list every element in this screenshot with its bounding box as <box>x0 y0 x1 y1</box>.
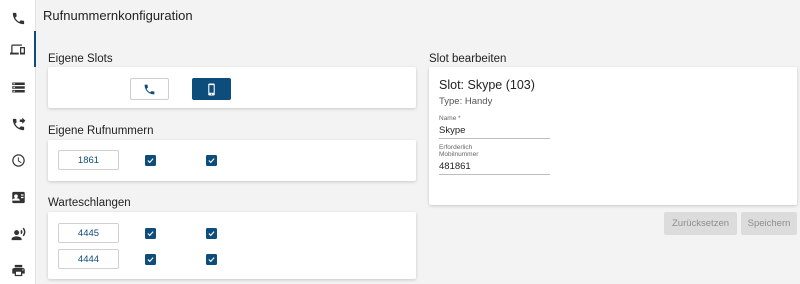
storage-icon <box>11 82 25 92</box>
reset-button[interactable]: Zurücksetzen <box>664 212 737 235</box>
queues-label: Warteschlangen <box>48 197 131 209</box>
sidebar <box>0 0 36 284</box>
checkmark-icon <box>208 257 215 263</box>
call-forward-icon <box>12 117 25 130</box>
printer-icon <box>11 264 25 276</box>
devices-icon <box>9 44 25 54</box>
checkmark-icon <box>208 231 215 237</box>
queue-4444-checkbox-1[interactable] <box>145 254 156 265</box>
mobile-phone-icon <box>208 83 215 95</box>
mobile-field-label: Mobilnummer <box>439 151 479 158</box>
clock-icon <box>11 153 25 167</box>
edit-slot-card: Slot: Skype (103) Type: Handy Name * Sky… <box>429 67 797 205</box>
slot-type: Type: Handy <box>439 96 493 107</box>
own-number-1861-checkbox-2[interactable] <box>206 155 217 166</box>
sidebar-item-printer[interactable] <box>0 252 36 284</box>
record-voice-icon <box>11 227 25 240</box>
own-slots-card <box>48 67 416 108</box>
queue-4445-checkbox-2[interactable] <box>206 228 217 239</box>
phone-icon <box>144 84 155 94</box>
slot-title: Slot: Skype (103) <box>439 78 535 92</box>
queue-number-4445[interactable]: 4445 <box>58 223 119 243</box>
queue-number-4444[interactable]: 4444 <box>58 249 119 269</box>
sidebar-item-devices[interactable] <box>0 31 36 67</box>
own-numbers-card: 1861 <box>48 140 416 181</box>
edit-slot-label: Slot bearbeiten <box>429 53 507 65</box>
checkmark-icon <box>208 158 215 164</box>
slot-phone-button[interactable] <box>130 78 169 100</box>
sidebar-item-storage[interactable] <box>0 69 36 105</box>
mobile-number-field[interactable]: 481861 <box>439 161 550 175</box>
checkmark-icon <box>147 257 154 263</box>
sidebar-item-clock[interactable] <box>0 142 36 178</box>
checkmark-icon <box>147 231 154 237</box>
slot-mobile-button[interactable] <box>192 78 231 100</box>
name-field[interactable]: Skype <box>439 125 550 139</box>
own-numbers-label: Eigene Rufnummern <box>48 125 154 137</box>
contact-card-icon <box>11 191 25 203</box>
queue-4445-checkbox-1[interactable] <box>145 228 156 239</box>
queues-card: 4445 4444 <box>48 212 416 279</box>
sidebar-item-contact-card[interactable] <box>0 179 36 215</box>
page-title: Rufnummernkonfiguration <box>43 8 193 23</box>
save-button[interactable]: Speichern <box>741 212 797 235</box>
sidebar-item-record-voice[interactable] <box>0 216 36 252</box>
checkmark-icon <box>147 158 154 164</box>
name-field-label: Name * <box>439 115 461 122</box>
queue-4444-checkbox-2[interactable] <box>206 254 217 265</box>
phone-icon <box>12 12 24 24</box>
own-number-1861[interactable]: 1861 <box>58 150 119 170</box>
sidebar-item-call-forward[interactable] <box>0 106 36 142</box>
own-slots-label: Eigene Slots <box>48 53 113 65</box>
own-number-1861-checkbox-1[interactable] <box>145 155 156 166</box>
